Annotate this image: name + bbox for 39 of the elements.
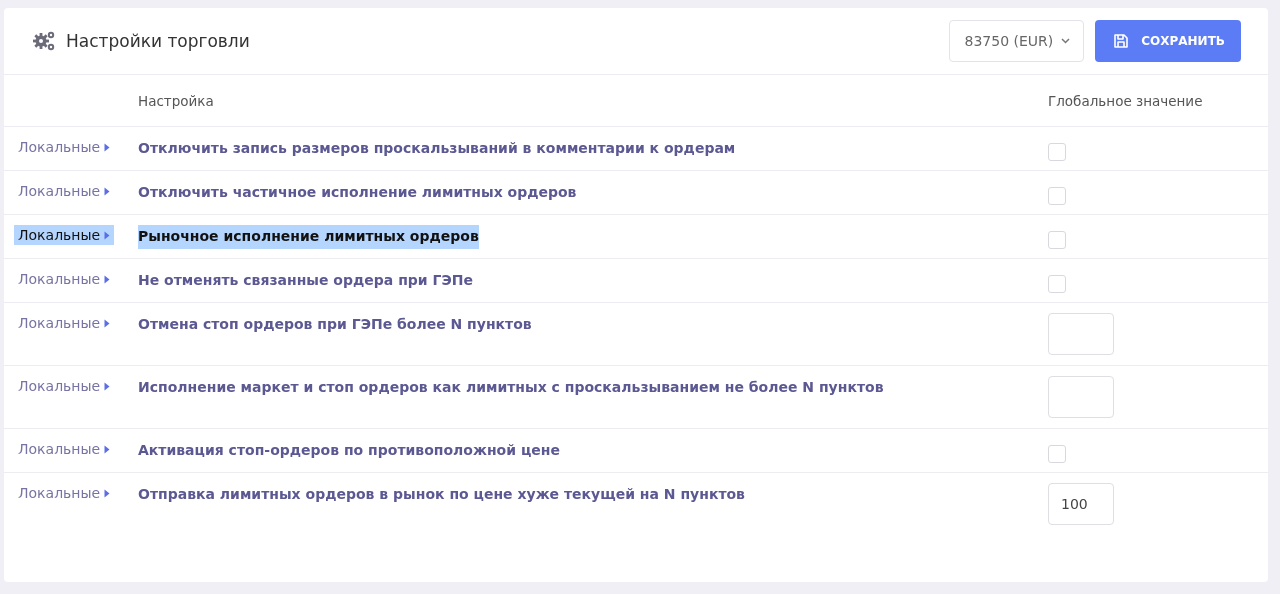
caret-right-icon (104, 444, 111, 454)
local-settings-link[interactable]: Локальные (14, 269, 115, 289)
caret-right-icon (104, 230, 111, 240)
number-field[interactable] (1048, 313, 1114, 355)
caret-right-icon (104, 488, 111, 498)
setting-name: Активация стоп-ордеров по противоположной цене (138, 441, 560, 460)
checkbox[interactable] (1048, 275, 1066, 293)
caret-right-icon (104, 274, 111, 284)
checkbox[interactable] (1048, 187, 1066, 205)
local-settings-link[interactable]: Локальные (14, 181, 115, 201)
setting-name: Не отменять связанные ордера при ГЭПе (138, 271, 473, 290)
setting-name: Отключить частичное исполнение лимитных ордеров (138, 183, 577, 202)
save-button[interactable]: СОХРАНИТЬ (1095, 20, 1241, 62)
caret-right-icon (104, 318, 111, 328)
checkbox[interactable] (1048, 143, 1066, 161)
column-header: Глобальное значение (1048, 92, 1203, 109)
checkbox[interactable] (1048, 445, 1066, 463)
local-settings-link[interactable]: Локальные (14, 313, 115, 333)
local-settings-link[interactable]: Локальные (14, 483, 115, 503)
setting-name: Отмена стоп ордеров при ГЭПе более N пунктов (138, 315, 532, 334)
checkbox[interactable] (1048, 231, 1066, 249)
chevron-down-icon (1061, 38, 1071, 44)
local-settings-link[interactable]: Локальные (14, 137, 115, 157)
page-title: Настройки торговли (66, 31, 250, 51)
account-select[interactable]: 83750 (EUR) (948, 20, 1085, 62)
local-settings-link[interactable]: Локальные (14, 225, 115, 245)
number-field[interactable]: 100 (1048, 483, 1114, 525)
setting-name: Отправка лимитных ордеров в рынок по цене хуже текущей на N пунктов (138, 485, 745, 504)
setting-name: Отключить запись размеров проскальзываний в комментарии к ордерам (138, 139, 736, 158)
gears-icon (32, 30, 56, 52)
setting-name: Исполнение маркет и стоп ордеров как лимитных с проскальзыванием не более N пунктов (138, 378, 884, 397)
number-field[interactable] (1048, 376, 1114, 418)
column-header: Настройка (138, 92, 214, 109)
caret-right-icon (104, 142, 111, 152)
caret-right-icon (104, 186, 111, 196)
setting-name: Рыночное исполнение лимитных ордеров (138, 225, 479, 249)
local-settings-link[interactable]: Локальные (14, 439, 115, 459)
caret-right-icon (104, 381, 111, 391)
local-settings-link[interactable]: Локальные (14, 376, 115, 396)
